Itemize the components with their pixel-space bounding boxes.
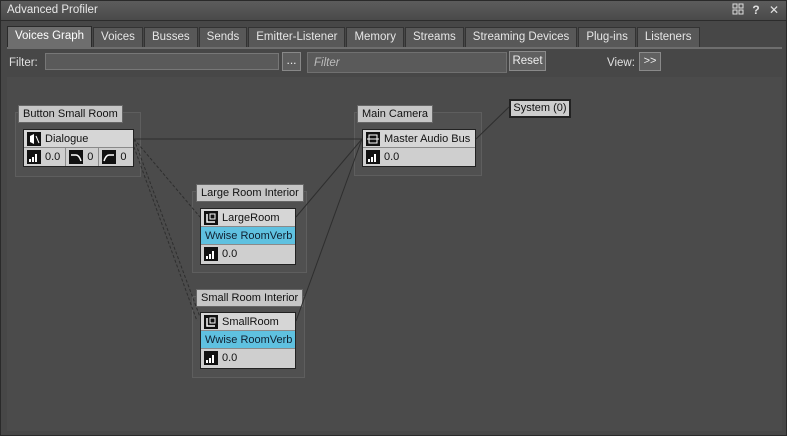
volume-icon: [204, 351, 218, 365]
tab-memory[interactable]: Memory: [346, 27, 404, 47]
node-dialogue-values: 0.0 0 0: [24, 148, 133, 166]
node-largeroom-effect: Wwise RoomVerb: [201, 227, 295, 245]
node-master-values: 0.0: [363, 148, 475, 166]
voice-icon: [27, 131, 41, 146]
hpf-cell: 0: [99, 148, 131, 166]
node-large-room[interactable]: LargeRoom Wwise RoomVerb 0.0: [200, 208, 296, 265]
bus-icon: [366, 131, 380, 146]
tab-underline: [7, 47, 782, 49]
node-largeroom-header: LargeRoom: [201, 209, 295, 227]
tab-voices-graph[interactable]: Voices Graph: [7, 26, 93, 47]
layout-icon[interactable]: [732, 3, 744, 17]
filter-field[interactable]: [45, 53, 279, 70]
view-label: View:: [607, 57, 635, 69]
titlebar: Advanced Profiler ? ✕: [1, 1, 786, 21]
lowpass-icon: [69, 150, 84, 164]
volume-icon: [27, 150, 41, 164]
volume-icon: [204, 247, 218, 261]
help-icon[interactable]: ?: [750, 3, 762, 17]
tab-bar: Voices Graph Voices Busses Sends Emitter…: [7, 26, 701, 47]
node-largeroom-name: LargeRoom: [222, 211, 280, 224]
dialogue-lpf-value: 0: [87, 151, 94, 163]
dialogue-hpf-value: 0: [120, 151, 127, 163]
tab-emitter-listener[interactable]: Emitter-Listener: [248, 27, 346, 47]
node-master-name: Master Audio Bus: [384, 132, 471, 145]
volume-cell: 0.0: [24, 148, 67, 166]
tab-busses[interactable]: Busses: [143, 27, 198, 47]
wire-smallroom-master: [295, 138, 363, 322]
wire-dialogue-smallroom: [133, 138, 201, 318]
node-dialogue-name: Dialogue: [45, 132, 89, 145]
view-expand-button[interactable]: >>: [639, 52, 661, 71]
node-smallroom-effect: Wwise RoomVerb: [201, 331, 295, 349]
reset-button[interactable]: Reset: [509, 51, 546, 71]
aux-bus-icon: [204, 210, 218, 225]
voices-graph-canvas[interactable]: Button Small Room Main Camera Large Room…: [7, 77, 782, 431]
node-master-header: Master Audio Bus: [363, 130, 475, 148]
tab-sends[interactable]: Sends: [198, 27, 248, 47]
window-title: Advanced Profiler: [7, 4, 98, 16]
tab-streaming-devices[interactable]: Streaming Devices: [464, 27, 578, 47]
node-dialogue-header: Dialogue: [24, 130, 133, 148]
largeroom-volume-value: 0.0: [222, 248, 238, 260]
node-smallroom-values: 0.0: [201, 349, 295, 367]
wire-dialogue-smallroom-2: [133, 146, 198, 322]
lpf-cell: 0: [66, 148, 100, 166]
node-smallroom-name: SmallRoom: [222, 315, 279, 328]
search-input[interactable]: Filter: [307, 52, 507, 73]
tab-streams[interactable]: Streams: [404, 27, 464, 47]
node-master-audio-bus[interactable]: Master Audio Bus 0.0: [362, 129, 476, 167]
node-largeroom-values: 0.0: [201, 245, 295, 263]
browse-button[interactable]: ...: [282, 52, 301, 71]
aux-bus-icon: [204, 314, 218, 329]
tab-voices[interactable]: Voices: [93, 27, 143, 47]
highpass-icon: [102, 150, 117, 164]
tab-listeners[interactable]: Listeners: [636, 27, 700, 47]
tab-plug-ins[interactable]: Plug-ins: [578, 27, 636, 47]
filter-label: Filter:: [9, 57, 38, 69]
node-dialogue[interactable]: Dialogue 0.0 0 0: [23, 129, 134, 167]
close-icon[interactable]: ✕: [768, 3, 780, 17]
volume-icon: [366, 150, 380, 164]
wire-master-system: [475, 106, 510, 140]
node-smallroom-header: SmallRoom: [201, 313, 295, 331]
titlebar-icons: ? ✕: [732, 3, 780, 17]
wire-dialogue-largeroom: [133, 138, 201, 218]
node-small-room[interactable]: SmallRoom Wwise RoomVerb 0.0: [200, 312, 296, 369]
smallroom-volume-value: 0.0: [222, 352, 238, 364]
dialogue-volume-value: 0.0: [45, 151, 61, 163]
filter-bar: Filter: ... Filter Reset View: >>: [7, 51, 782, 75]
master-volume-value: 0.0: [384, 151, 400, 163]
advanced-profiler-window: Advanced Profiler ? ✕ Voices Graph Voice…: [0, 0, 787, 436]
wire-largeroom-master: [295, 138, 363, 218]
system-node[interactable]: System (0): [509, 99, 571, 118]
